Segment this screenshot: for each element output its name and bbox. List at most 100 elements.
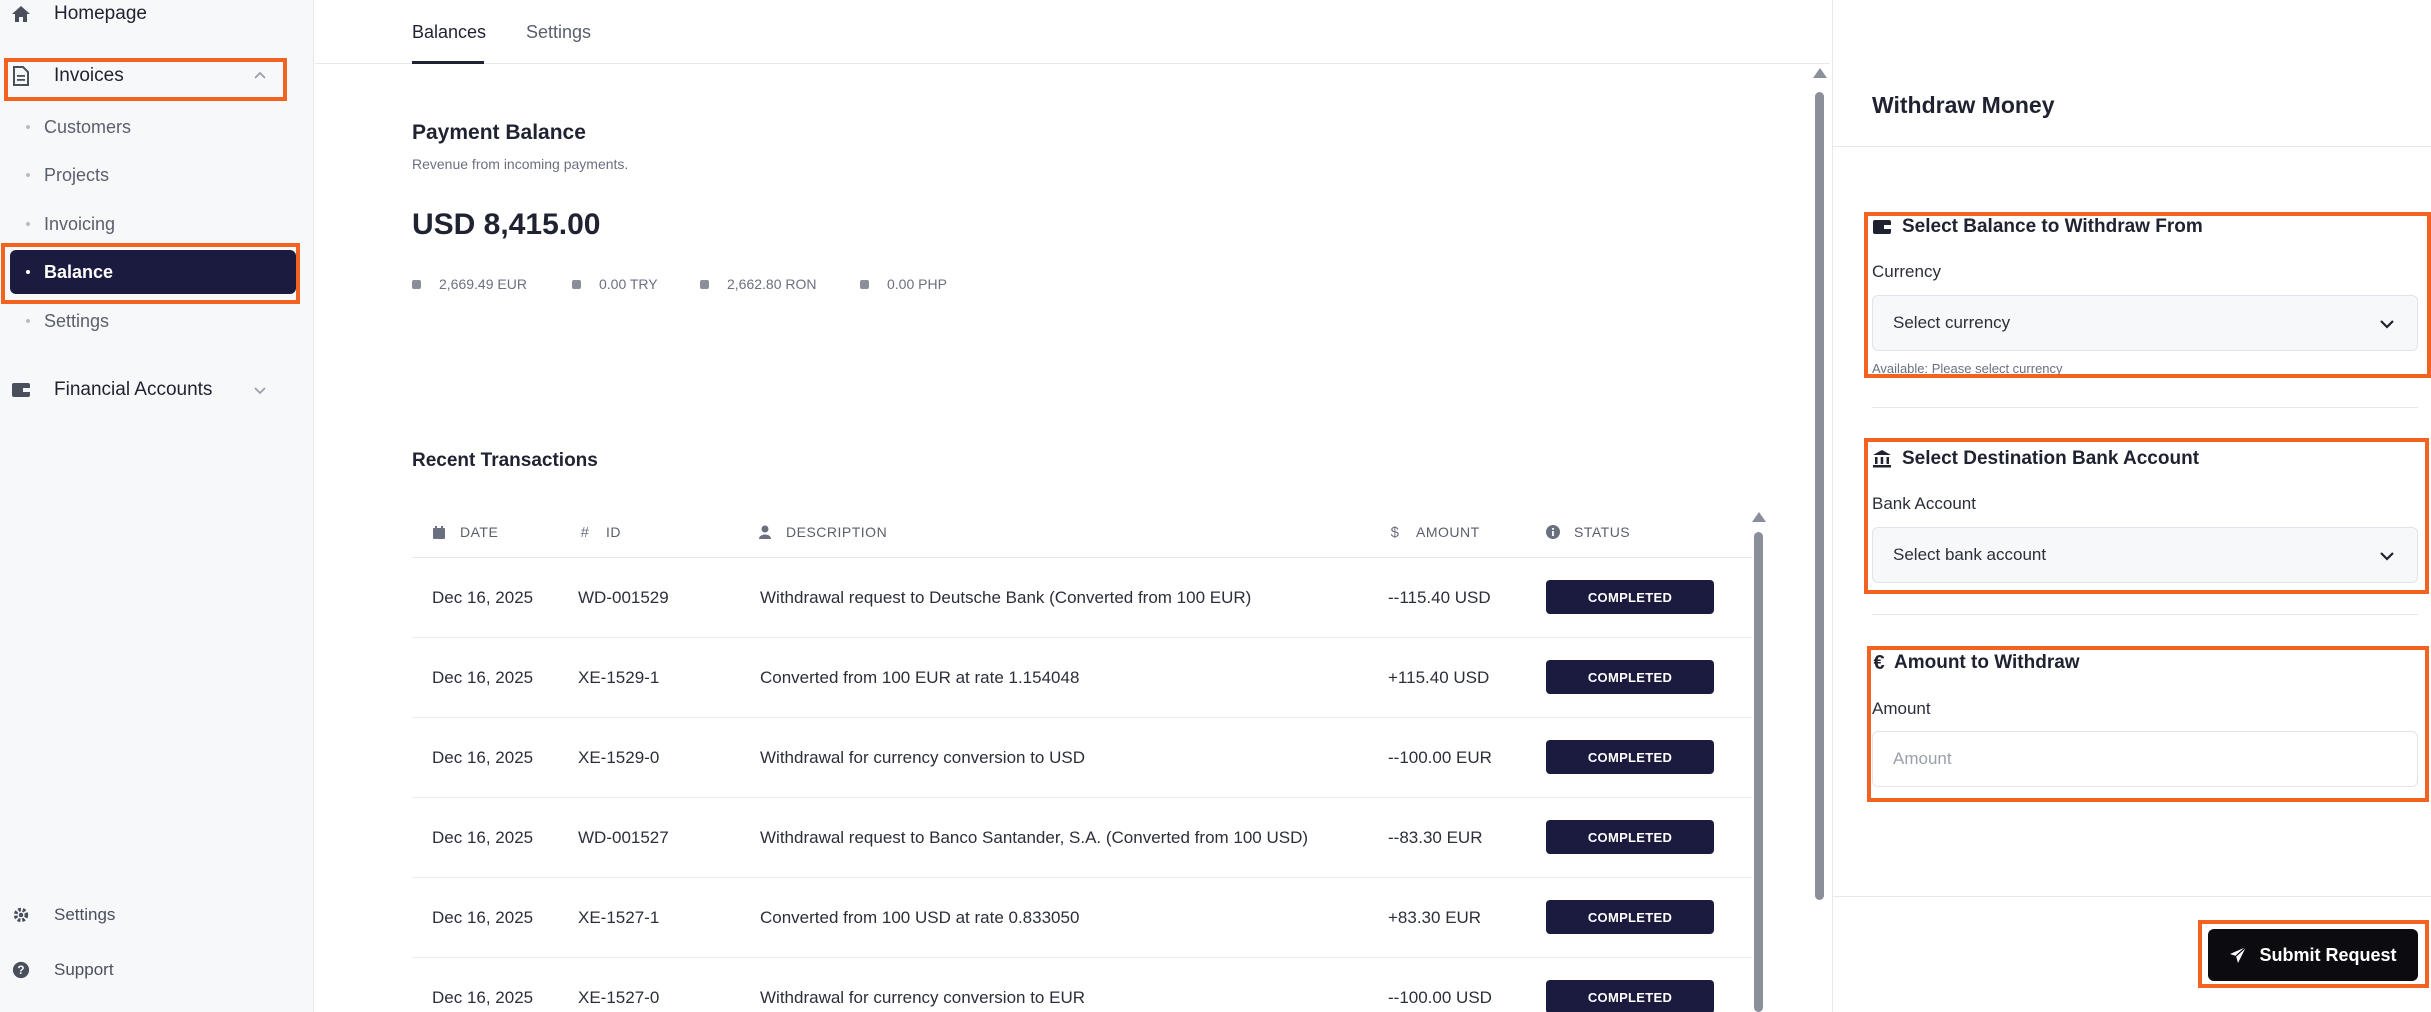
bullet-icon <box>26 173 30 177</box>
column-date[interactable]: DATE <box>432 524 498 540</box>
sidebar-item-projects[interactable]: Projects <box>10 153 296 197</box>
info-icon <box>1546 525 1560 539</box>
chevron-down-icon[interactable] <box>250 380 270 400</box>
payment-balance-title: Payment Balance <box>412 121 586 144</box>
currency-chip: 0.00 TRY <box>572 276 676 292</box>
cell-description: Withdrawal for currency conversion to US… <box>760 748 1086 767</box>
status-badge: COMPLETED <box>1546 980 1714 1012</box>
submit-request-label: Submit Request <box>2259 944 2397 965</box>
nav-homepage[interactable]: Homepage <box>10 0 300 36</box>
cell-id: WD-001529 <box>578 588 669 607</box>
dollar-icon: $ <box>1390 523 1400 541</box>
bank-icon <box>1872 449 1892 469</box>
sidebar-item-label: Customers <box>44 116 132 137</box>
currency-chip: 0.00 PHP <box>860 276 970 292</box>
calendar-icon <box>432 525 446 539</box>
column-amount[interactable]: $ AMOUNT <box>1388 523 1480 541</box>
chevron-down-icon <box>2377 546 2397 566</box>
currency-value: 0.00 PHP <box>887 276 947 292</box>
bank-section-title: Select Destination Bank Account <box>1872 448 2199 470</box>
currency-chip: 2,669.49 EUR <box>412 276 548 292</box>
cell-date: Dec 16, 2025 <box>432 988 534 1007</box>
nav-settings[interactable]: Settings <box>10 893 300 937</box>
bullet-icon <box>26 270 30 274</box>
sidebar-item-customers[interactable]: Customers <box>10 105 296 149</box>
bank-account-label: Bank Account <box>1872 494 1976 513</box>
status-badge: COMPLETED <box>1546 900 1714 934</box>
square-icon <box>572 279 581 289</box>
cell-date: Dec 16, 2025 <box>432 588 534 607</box>
payment-balance-subtitle: Revenue from incoming payments. <box>412 156 629 172</box>
amount-input[interactable] <box>1872 731 2418 787</box>
sidebar-item-label: Settings <box>44 310 110 331</box>
send-icon <box>2229 946 2247 964</box>
balance-section-title: Select Balance to Withdraw From <box>1872 216 2203 238</box>
bank-account-select-value: Select bank account <box>1893 545 2047 564</box>
currency-chip: 2,662.80 RON <box>700 276 836 292</box>
table-row[interactable]: Dec 16, 2025 XE-1527-0 Withdrawal for cu… <box>412 958 1752 1012</box>
cell-amount: --100.00 EUR <box>1388 748 1492 767</box>
cell-amount: +83.30 EUR <box>1388 908 1482 927</box>
available-hint: Available: Please select currency <box>1872 361 2063 376</box>
sidebar-item-label: Projects <box>44 164 110 185</box>
bullet-icon <box>26 125 30 129</box>
column-id-label: ID <box>606 524 621 540</box>
sidebar-item-balance[interactable]: Balance <box>10 250 296 294</box>
column-status[interactable]: STATUS <box>1546 524 1630 540</box>
sidebar-item-settings[interactable]: Settings <box>10 299 296 343</box>
nav-support[interactable]: ? Support <box>10 948 300 992</box>
table-row[interactable]: Dec 16, 2025 XE-1529-1 Converted from 10… <box>412 638 1752 718</box>
nav-settings-label: Settings <box>54 905 116 924</box>
main-scroll-up-arrow[interactable] <box>1813 68 1827 78</box>
bank-section-label: Select Destination Bank Account <box>1902 448 2200 469</box>
cell-description: Withdrawal request to Deutsche Bank (Con… <box>760 588 1252 607</box>
sidebar-item-invoicing[interactable]: Invoicing <box>10 202 296 246</box>
currency-label: Currency <box>1872 262 1941 281</box>
nav-invoices-label: Invoices <box>54 65 124 86</box>
withdraw-title: Withdraw Money <box>1872 92 2055 118</box>
column-id[interactable]: # ID <box>578 523 621 541</box>
table-row[interactable]: Dec 16, 2025 XE-1527-1 Converted from 10… <box>412 878 1752 958</box>
document-icon <box>10 65 32 87</box>
column-description[interactable]: DESCRIPTION <box>758 524 887 540</box>
main-scrollbar-thumb[interactable] <box>1815 92 1824 900</box>
table-row[interactable]: Dec 16, 2025 WD-001529 Withdrawal reques… <box>412 558 1752 638</box>
table-row[interactable]: Dec 16, 2025 XE-1529-0 Withdrawal for cu… <box>412 718 1752 798</box>
tab-settings[interactable]: Settings <box>526 22 591 43</box>
nav-financial-accounts[interactable]: Financial Accounts <box>10 368 300 412</box>
cell-description: Converted from 100 USD at rate 0.833050 <box>760 908 1080 927</box>
table-scroll-up-arrow[interactable] <box>1752 512 1766 522</box>
divider <box>1832 896 2431 897</box>
column-amount-label: AMOUNT <box>1416 524 1480 540</box>
nav-invoices[interactable]: Invoices <box>10 54 300 98</box>
bank-account-select[interactable]: Select bank account <box>1872 527 2418 583</box>
tab-balances[interactable]: Balances <box>412 22 486 43</box>
tab-bar: Balances Settings <box>315 0 1830 64</box>
currency-select[interactable]: Select currency <box>1872 295 2418 351</box>
currency-value: 0.00 TRY <box>599 276 658 292</box>
cell-amount: +115.40 USD <box>1388 668 1490 687</box>
column-description-label: DESCRIPTION <box>786 524 888 540</box>
table-row[interactable]: Dec 16, 2025 WD-001527 Withdrawal reques… <box>412 798 1752 878</box>
wallet-icon <box>1872 217 1892 237</box>
submit-request-button[interactable]: Submit Request <box>2208 929 2418 981</box>
cell-amount: --83.30 EUR <box>1388 828 1483 847</box>
table-scrollbar-thumb[interactable] <box>1754 532 1763 1012</box>
hash-icon: # <box>580 523 590 541</box>
cell-date: Dec 16, 2025 <box>432 828 534 847</box>
divider <box>1872 614 2418 615</box>
currency-value: 2,662.80 RON <box>727 276 817 292</box>
user-icon <box>758 525 772 539</box>
chevron-up-icon[interactable] <box>250 66 270 86</box>
wallet-icon <box>10 379 32 401</box>
nav-financial-accounts-label: Financial Accounts <box>54 379 213 400</box>
cell-id: WD-001527 <box>578 828 669 847</box>
home-icon <box>10 3 32 25</box>
cell-amount: --115.40 USD <box>1388 588 1491 607</box>
status-badge: COMPLETED <box>1546 580 1714 614</box>
sidebar-item-label: Balance <box>44 261 114 282</box>
cell-id: XE-1529-1 <box>578 668 660 687</box>
svg-text:?: ? <box>17 964 24 977</box>
currency-value: 2,669.49 EUR <box>439 276 527 292</box>
nav-homepage-label: Homepage <box>54 3 147 24</box>
